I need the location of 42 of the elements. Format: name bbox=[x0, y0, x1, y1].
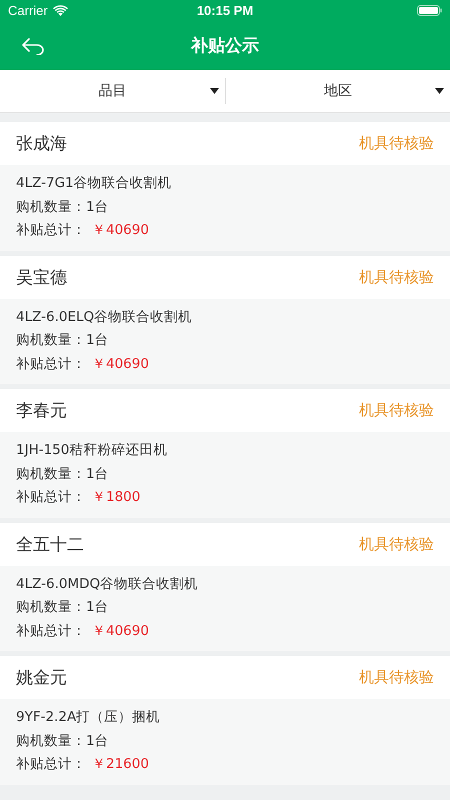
machine-model: 1JH-150秸秆粉碎还田机 bbox=[16, 441, 168, 460]
quantity-value: 1台 bbox=[86, 466, 109, 482]
status-label: 机具待核验 bbox=[359, 268, 434, 286]
subsidy-label: 补贴总计： bbox=[16, 489, 86, 505]
quantity-label: 购机数量： bbox=[16, 599, 86, 615]
subsidy-label: 补贴总计： bbox=[16, 622, 86, 638]
quantity-value: 1台 bbox=[86, 198, 109, 214]
quantity-value: 1台 bbox=[86, 332, 109, 348]
page-title: 补贴公示 bbox=[190, 35, 260, 57]
applicant-name: 李春元 bbox=[16, 400, 67, 422]
status-label: 机具待核验 bbox=[359, 668, 434, 687]
machine-model: 9YF-2.2A打（压）捆机 bbox=[16, 708, 162, 727]
subsidy-amount: ￥1800 bbox=[92, 489, 140, 505]
clock-time: 10:15 PM bbox=[196, 3, 254, 18]
caret-icon bbox=[210, 88, 218, 94]
applicant-name: 全五十二 bbox=[16, 534, 84, 556]
wifi-icon bbox=[52, 5, 68, 16]
subsidy-amount: ￥40690 bbox=[92, 222, 149, 238]
machine-model: 4LZ-7G1谷物联合收割机 bbox=[16, 174, 173, 193]
subsidy-label: 补贴总计： bbox=[16, 356, 86, 372]
carrier-label: Carrier bbox=[8, 3, 48, 18]
status-label: 机具待核验 bbox=[359, 401, 434, 420]
status-label: 机具待核验 bbox=[359, 534, 434, 554]
subsidy-label: 补贴总计： bbox=[16, 756, 86, 772]
caret-icon bbox=[435, 88, 444, 94]
quantity-label: 购机数量： bbox=[16, 466, 86, 482]
battery-icon bbox=[417, 5, 442, 16]
status-label: 机具待核验 bbox=[359, 134, 434, 153]
machine-model: 4LZ-6.0MDQ谷物联合收割机 bbox=[16, 574, 200, 594]
subsidy-amount: ￥40690 bbox=[92, 622, 149, 638]
subsidy-label: 补贴总计： bbox=[16, 222, 86, 238]
quantity-value: 1台 bbox=[86, 599, 109, 615]
quantity-value: 1台 bbox=[86, 732, 109, 748]
applicant-name: 姚金元 bbox=[16, 667, 67, 689]
applicant-name: 张成海 bbox=[16, 133, 67, 155]
quantity-label: 购机数量： bbox=[16, 198, 86, 214]
quantity-label: 购机数量： bbox=[16, 732, 86, 748]
quantity-label: 购机数量： bbox=[16, 332, 86, 348]
applicant-name: 吴宝德 bbox=[16, 266, 67, 288]
subsidy-amount: ￥40690 bbox=[92, 356, 149, 372]
subsidy-amount: ￥21600 bbox=[92, 756, 149, 772]
machine-model: 4LZ-6.0ELQ谷物联合收割机 bbox=[16, 308, 194, 326]
